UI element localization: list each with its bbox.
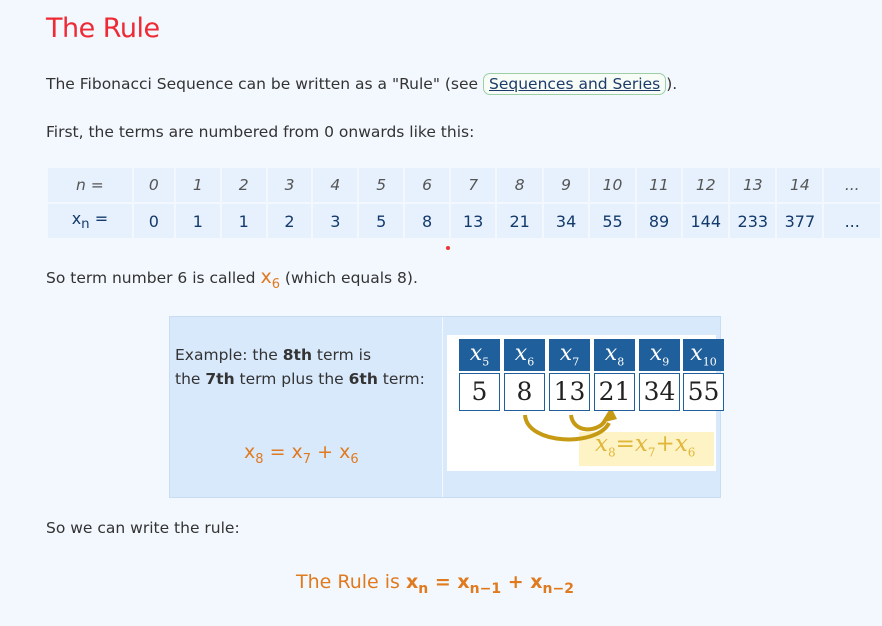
- example-box: Example: the 8th term is the 7th term pl…: [169, 316, 724, 498]
- x-cell: 5: [357, 202, 406, 240]
- n-cell: 6: [403, 166, 451, 204]
- n-cell: 7: [448, 166, 498, 204]
- intro-paragraph: The Fibonacci Sequence can be written as…: [46, 73, 678, 95]
- n-cell: 4: [311, 166, 360, 204]
- sequences-and-series-link[interactable]: Sequences and Series: [483, 73, 667, 95]
- n-cell: 14: [775, 166, 825, 204]
- x-cell: 8: [403, 202, 451, 240]
- arrow-x7: [569, 414, 607, 432]
- x-cell: 0: [131, 202, 176, 240]
- diagram-value-cell: 13: [549, 373, 590, 411]
- n-cell: 0: [131, 166, 176, 204]
- x-cell: ...: [822, 202, 882, 240]
- n-cell: 11: [634, 166, 684, 204]
- diagram-value-cell: 5: [459, 373, 500, 411]
- diagram-header-cell: x6: [504, 339, 545, 371]
- x-cell: 3: [311, 202, 360, 240]
- rule-formula: The Rule is xn = xn−1 + xn−2: [296, 571, 574, 597]
- x-cell: 89: [634, 202, 684, 240]
- fibonacci-table: n = 0 1 2 3 4 5 6 7 8 9 10 11 12 13 14... xn = 0112358…: [46, 166, 882, 240]
- n-cell: 8: [495, 166, 544, 204]
- n-cell: ...: [822, 166, 882, 204]
- x-cell: 1: [173, 202, 222, 240]
- page-title: The Rule: [46, 13, 160, 44]
- term6-paragraph: So term number 6 is called x6 (which equ…: [46, 266, 418, 292]
- x-cell: 55: [588, 202, 637, 240]
- page: The Rule The Fibonacci Sequence can be w…: [0, 0, 882, 626]
- n-cell: 10: [588, 166, 637, 204]
- n-cell: 2: [219, 166, 268, 204]
- x-cell: 13: [448, 202, 498, 240]
- x-cell: 1: [219, 202, 268, 240]
- result-formula: x8=x7+x6: [595, 431, 696, 460]
- table-row-x: xn = 0 1 1 2 3 5 8 13 21 34 55 89 144 233 377...: [46, 202, 882, 240]
- diagram-value-cell: 34: [639, 373, 680, 411]
- diagram-header-cell: x5: [459, 339, 500, 371]
- x6-symbol: x6: [260, 266, 280, 292]
- table-row-n: n = 0 1 2 3 4 5 6 7 8 9 10 11 12 13 14...: [46, 166, 882, 204]
- diagram-header-cell: x8: [594, 339, 635, 371]
- n-cell: 3: [265, 166, 314, 204]
- marker-dot: [446, 246, 450, 250]
- diagram-value-cell: 55: [683, 373, 724, 411]
- n-cell: 13: [728, 166, 778, 204]
- diagram-header-cell: x9: [639, 339, 680, 371]
- n-label: n =: [46, 166, 134, 204]
- example-formula: x8 = x7 + x6: [244, 441, 359, 467]
- n-cell: 5: [357, 166, 406, 204]
- x-cell: 144: [681, 202, 731, 240]
- example-text-panel: Example: the 8th term is the 7th term pl…: [170, 317, 443, 497]
- x-cell: 21: [495, 202, 544, 240]
- x-cell: 233: [728, 202, 778, 240]
- x-cell: 2: [265, 202, 314, 240]
- example-diagram: x8=x7+x6 x5 x6 x7 x8 x9 x10 5 8 13 21 34 55: [447, 335, 724, 471]
- n-cell: 12: [681, 166, 731, 204]
- x-cell: 34: [541, 202, 591, 240]
- x-label: xn =: [46, 202, 134, 240]
- n-cell: 9: [541, 166, 591, 204]
- x-cell: 377: [775, 202, 825, 240]
- diagram-header-cell: x7: [549, 339, 590, 371]
- numbering-paragraph: First, the terms are numbered from 0 onw…: [46, 123, 475, 141]
- diagram-value-cell: 21: [594, 373, 635, 411]
- n-cell: 1: [173, 166, 222, 204]
- diagram-value-cell: 8: [504, 373, 545, 411]
- write-rule-paragraph: So we can write the rule:: [46, 519, 240, 537]
- example-text: Example: the 8th term is the 7th term pl…: [175, 346, 425, 388]
- diagram-header-cell: x10: [683, 339, 724, 371]
